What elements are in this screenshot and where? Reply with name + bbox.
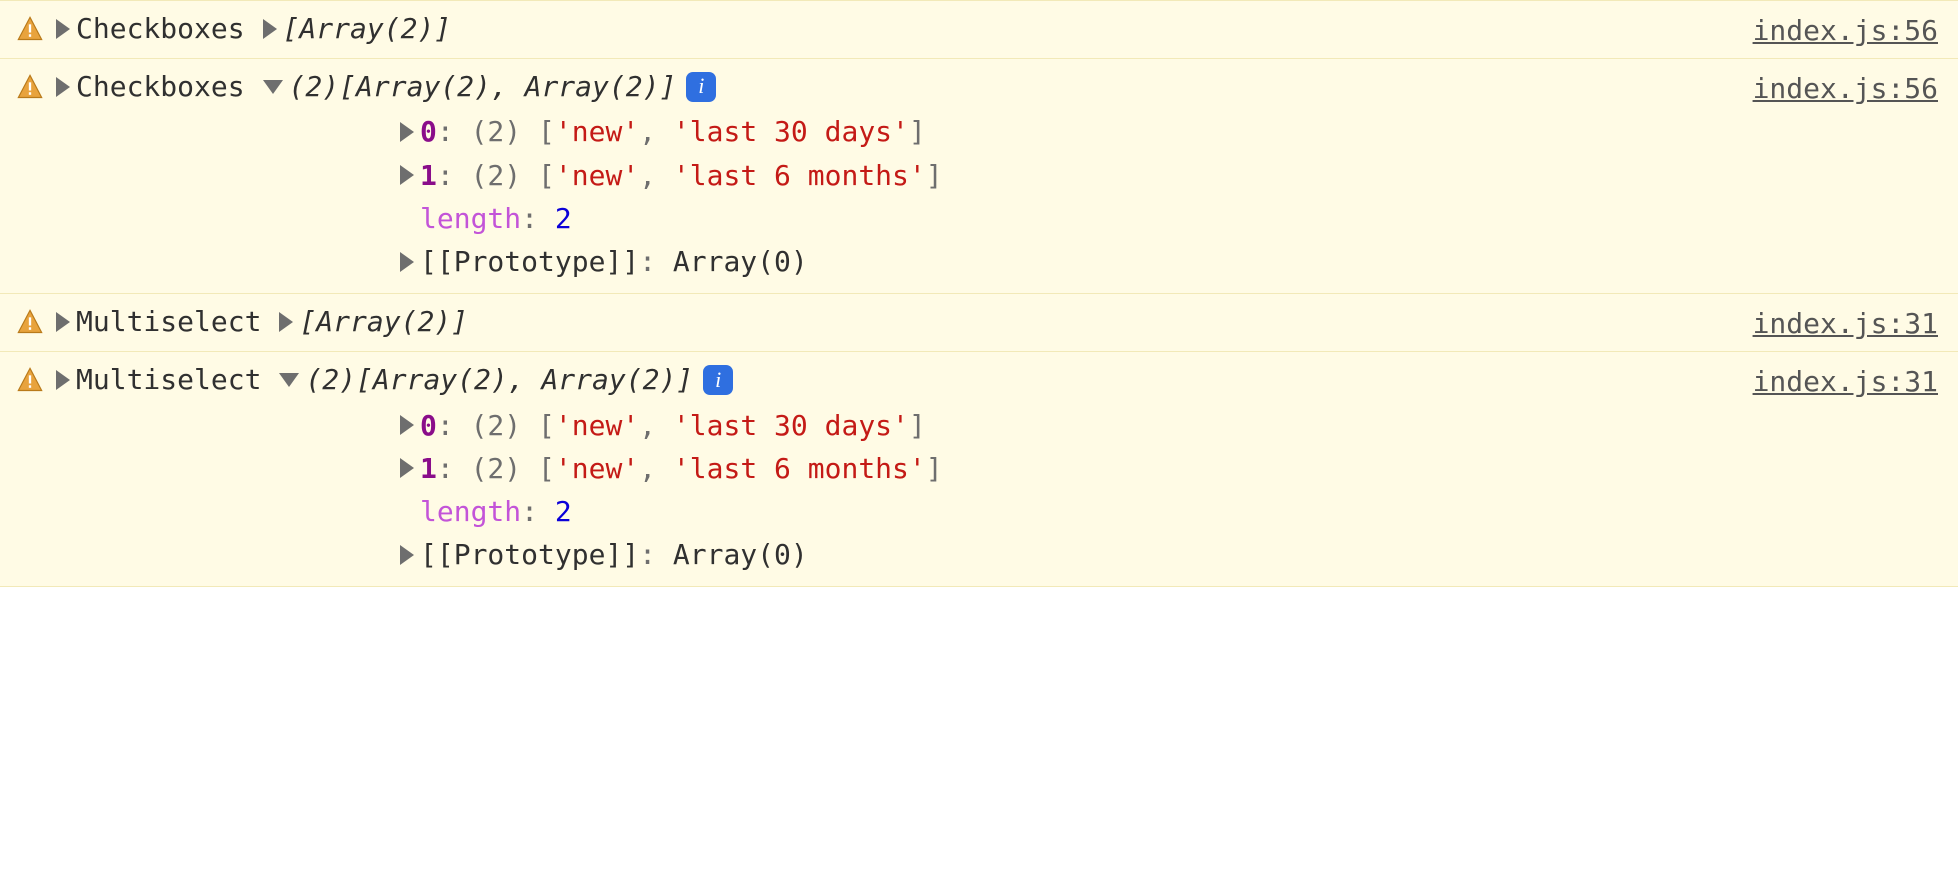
warning-icon (16, 15, 44, 43)
expand-icon[interactable] (400, 458, 414, 478)
expand-icon[interactable] (400, 415, 414, 435)
info-icon[interactable]: i (703, 365, 733, 395)
source-link[interactable]: index.js:56 (1753, 67, 1938, 108)
expand-icon[interactable] (56, 77, 70, 97)
expand-icon[interactable] (56, 19, 70, 39)
expand-icon[interactable] (400, 252, 414, 272)
log-content: Multiselect [Array(2)] (56, 302, 1733, 341)
log-label[interactable]: Multiselect (56, 302, 261, 341)
array-summary[interactable]: (2) [Array(2), Array(2)] i (279, 360, 733, 399)
log-label[interactable]: Multiselect (56, 360, 261, 399)
array-summary[interactable]: [Array(2)] (263, 9, 452, 48)
log-content: Multiselect (2) [Array(2), Array(2)] i 0… (56, 360, 1733, 578)
expand-icon[interactable] (400, 122, 414, 142)
expand-icon[interactable] (400, 545, 414, 565)
expand-icon[interactable] (56, 370, 70, 390)
array-length: length: 2 (400, 199, 1733, 238)
log-content: Checkboxes [Array(2)] (56, 9, 1733, 48)
source-link[interactable]: index.js:31 (1753, 360, 1938, 401)
array-length: length: 2 (400, 492, 1733, 531)
log-label[interactable]: Checkboxes (56, 67, 245, 106)
console-log-row: Checkboxes [Array(2)] index.js:56 (0, 0, 1958, 59)
warning-icon (16, 366, 44, 394)
log-label[interactable]: Checkboxes (56, 9, 245, 48)
source-link[interactable]: index.js:31 (1753, 302, 1938, 343)
source-link[interactable]: index.js:56 (1753, 9, 1938, 50)
expand-icon[interactable] (279, 312, 293, 332)
console-log-row: Checkboxes (2) [Array(2), Array(2)] i 0:… (0, 59, 1958, 294)
warning-icon (16, 308, 44, 336)
array-item[interactable]: 1: (2) ['new', 'last 6 months'] (400, 449, 1733, 488)
expand-icon[interactable] (263, 19, 277, 39)
expand-icon[interactable] (56, 312, 70, 332)
array-details: 0: (2) ['new', 'last 30 days'] 1: (2) ['… (56, 406, 1733, 579)
array-details: 0: (2) ['new', 'last 30 days'] 1: (2) ['… (56, 112, 1733, 285)
warning-icon (16, 73, 44, 101)
expand-icon[interactable] (400, 165, 414, 185)
collapse-icon[interactable] (263, 80, 283, 94)
collapse-icon[interactable] (279, 373, 299, 387)
array-item[interactable]: 0: (2) ['new', 'last 30 days'] (400, 406, 1733, 445)
console-log-row: Multiselect (2) [Array(2), Array(2)] i 0… (0, 352, 1958, 587)
array-summary[interactable]: (2) [Array(2), Array(2)] i (263, 67, 717, 106)
array-prototype[interactable]: [[Prototype]]: Array(0) (400, 242, 1733, 281)
array-summary[interactable]: [Array(2)] (279, 302, 468, 341)
array-item[interactable]: 0: (2) ['new', 'last 30 days'] (400, 112, 1733, 151)
console-log-row: Multiselect [Array(2)] index.js:31 (0, 294, 1958, 352)
log-content: Checkboxes (2) [Array(2), Array(2)] i 0:… (56, 67, 1733, 285)
info-icon[interactable]: i (686, 72, 716, 102)
array-item[interactable]: 1: (2) ['new', 'last 6 months'] (400, 156, 1733, 195)
array-prototype[interactable]: [[Prototype]]: Array(0) (400, 535, 1733, 574)
